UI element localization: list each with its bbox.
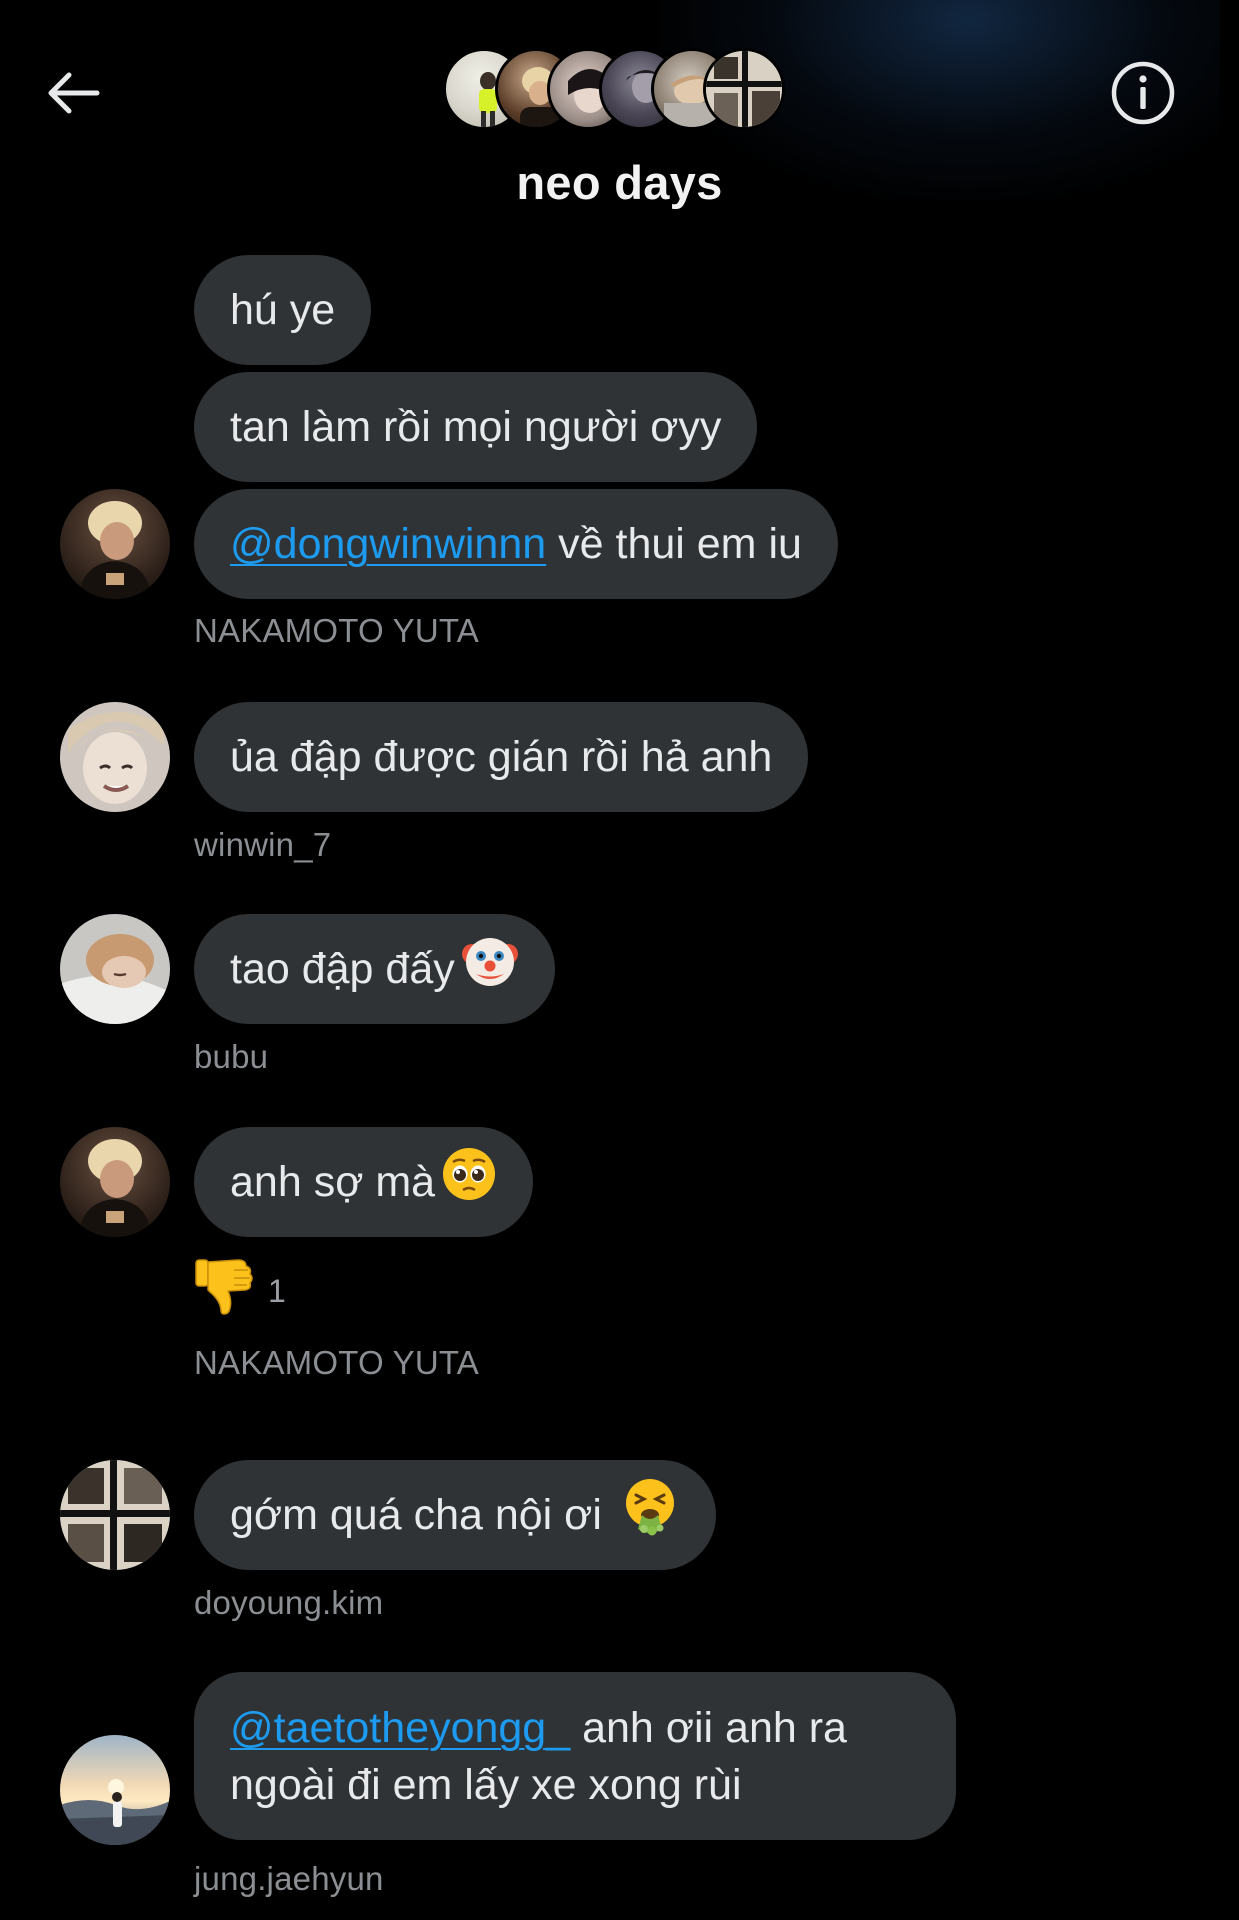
info-button[interactable]	[1108, 58, 1178, 128]
message-bubble[interactable]: hú ye	[194, 255, 372, 365]
back-button[interactable]	[40, 60, 106, 126]
message-bubble[interactable]: @taetotheyongg_ anh ơii anh ra ngoài đi …	[194, 1672, 956, 1840]
pleading-face-icon	[441, 1146, 497, 1213]
avatar-jung-jaehyun[interactable]	[60, 1735, 170, 1845]
message-text: ủa đập được gián rồi hả anh	[230, 732, 773, 781]
sender-name: doyoung.kim	[194, 1584, 384, 1621]
sender-name: winwin_7	[194, 826, 332, 863]
arrow-left-icon	[48, 72, 100, 114]
message-bubble[interactable]: anh sợ mà	[194, 1127, 534, 1237]
message-text: về thui em iu	[546, 519, 802, 568]
message-bubble[interactable]: tan làm rồi mọi người ơyy	[194, 372, 758, 482]
message-bubble[interactable]: gớm quá cha nội ơi	[194, 1460, 716, 1570]
mention-link[interactable]: @dongwinwinnn	[230, 520, 546, 569]
message-text: anh sợ mà	[230, 1157, 436, 1206]
message-bubble[interactable]: tao đập đấy	[194, 914, 555, 1024]
message-text: hú ye	[230, 285, 336, 334]
message-bubble[interactable]: ủa đập được gián rồi hả anh	[194, 702, 809, 812]
message-reaction[interactable]: 1	[194, 1256, 286, 1323]
reaction-count: 1	[268, 1273, 286, 1309]
sender-name: bubu	[194, 1038, 269, 1075]
clown-face-icon	[461, 932, 519, 1001]
sender-name: NAKAMOTO YUTA	[194, 1344, 479, 1381]
message-text: tan làm rồi mọi người ơyy	[230, 402, 722, 451]
message-text: tao đập đấy	[230, 944, 455, 993]
sender-name: jung.jaehyun	[194, 1860, 384, 1897]
avatar-winwin-7[interactable]	[60, 702, 170, 812]
mention-link[interactable]: @taetotheyongg_	[230, 1704, 570, 1752]
message-bubble[interactable]: @dongwinwinnn về thui em iu	[194, 489, 838, 599]
avatar-nakamoto-yuta[interactable]	[60, 489, 170, 599]
info-icon	[1111, 61, 1175, 125]
avatar-doyoung-kim[interactable]	[60, 1460, 170, 1570]
group-avatars[interactable]	[443, 48, 803, 130]
group-avatar-6	[703, 48, 785, 130]
chat-title: neo days	[516, 156, 723, 209]
vomiting-face-icon	[620, 1477, 680, 1548]
avatar-bubu[interactable]	[60, 914, 170, 1024]
thumbs-down-icon	[194, 1256, 256, 1323]
avatar-nakamoto-yuta[interactable]	[60, 1127, 170, 1237]
sender-name: NAKAMOTO YUTA	[194, 612, 479, 649]
message-text: gớm quá cha nội ơi	[230, 1490, 614, 1539]
